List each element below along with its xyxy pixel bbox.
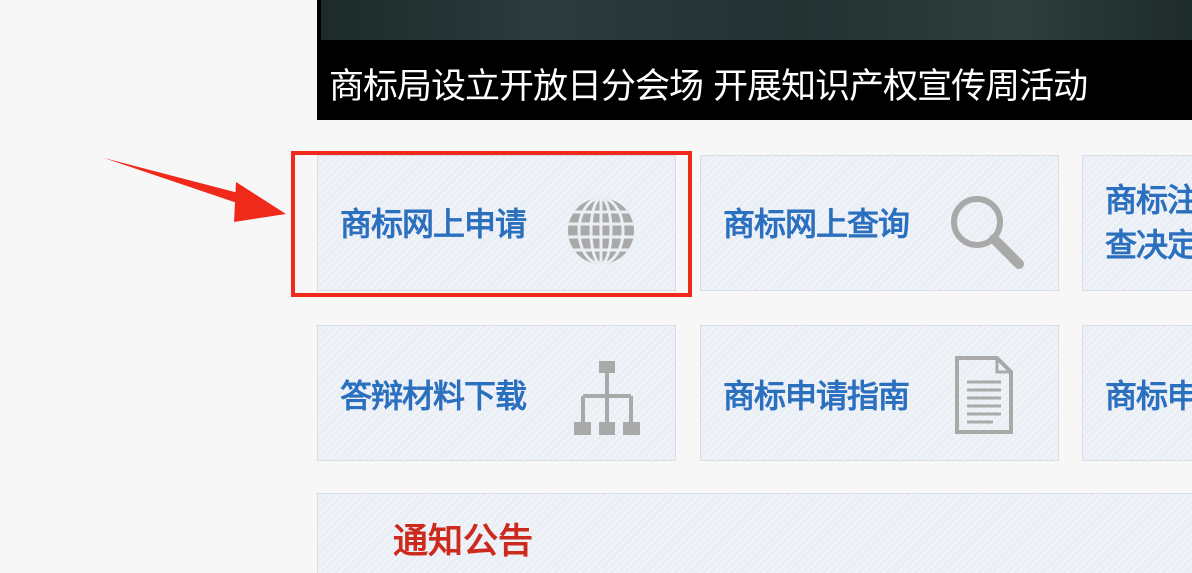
tile-label-application-guide: 商标申请指南: [723, 377, 910, 415]
tile-label-review-decision: 商标注 查决定: [1105, 178, 1192, 268]
magnifier-icon: [947, 192, 1029, 274]
news-banner[interactable]: 商标局设立开放日分会场 开展知识产权宣传周活动: [317, 0, 1192, 120]
globe-icon: [564, 194, 638, 268]
tile-application-guide[interactable]: 商标申请指南: [700, 325, 1059, 461]
tile-review-decision[interactable]: 商标注 查决定: [1082, 155, 1192, 291]
tile-online-application[interactable]: 商标网上申请: [317, 155, 676, 291]
tile-defense-materials-download[interactable]: 答辩材料下载: [317, 325, 676, 461]
tile-label-line: 查决定: [1105, 226, 1192, 264]
tile-label-online-application: 商标网上申请: [340, 205, 527, 243]
notice-title[interactable]: 通知公告: [393, 520, 533, 564]
sitemap-icon: [571, 358, 643, 438]
tile-label-application-partial: 商标申: [1105, 377, 1192, 415]
pointer-arrow-icon: [100, 152, 290, 230]
tile-label-line: 商标注: [1105, 181, 1192, 219]
tile-label-defense-materials: 答辩材料下载: [340, 377, 527, 415]
tile-application-partial[interactable]: 商标申: [1082, 325, 1192, 461]
banner-caption[interactable]: 商标局设立开放日分会场 开展知识产权宣传周活动: [329, 64, 1088, 110]
document-icon: [953, 354, 1015, 436]
notice-section: 通知公告: [317, 493, 1192, 573]
tile-label-online-search: 商标网上查询: [723, 205, 910, 243]
banner-image: [321, 0, 1192, 40]
tile-online-search[interactable]: 商标网上查询: [700, 155, 1059, 291]
